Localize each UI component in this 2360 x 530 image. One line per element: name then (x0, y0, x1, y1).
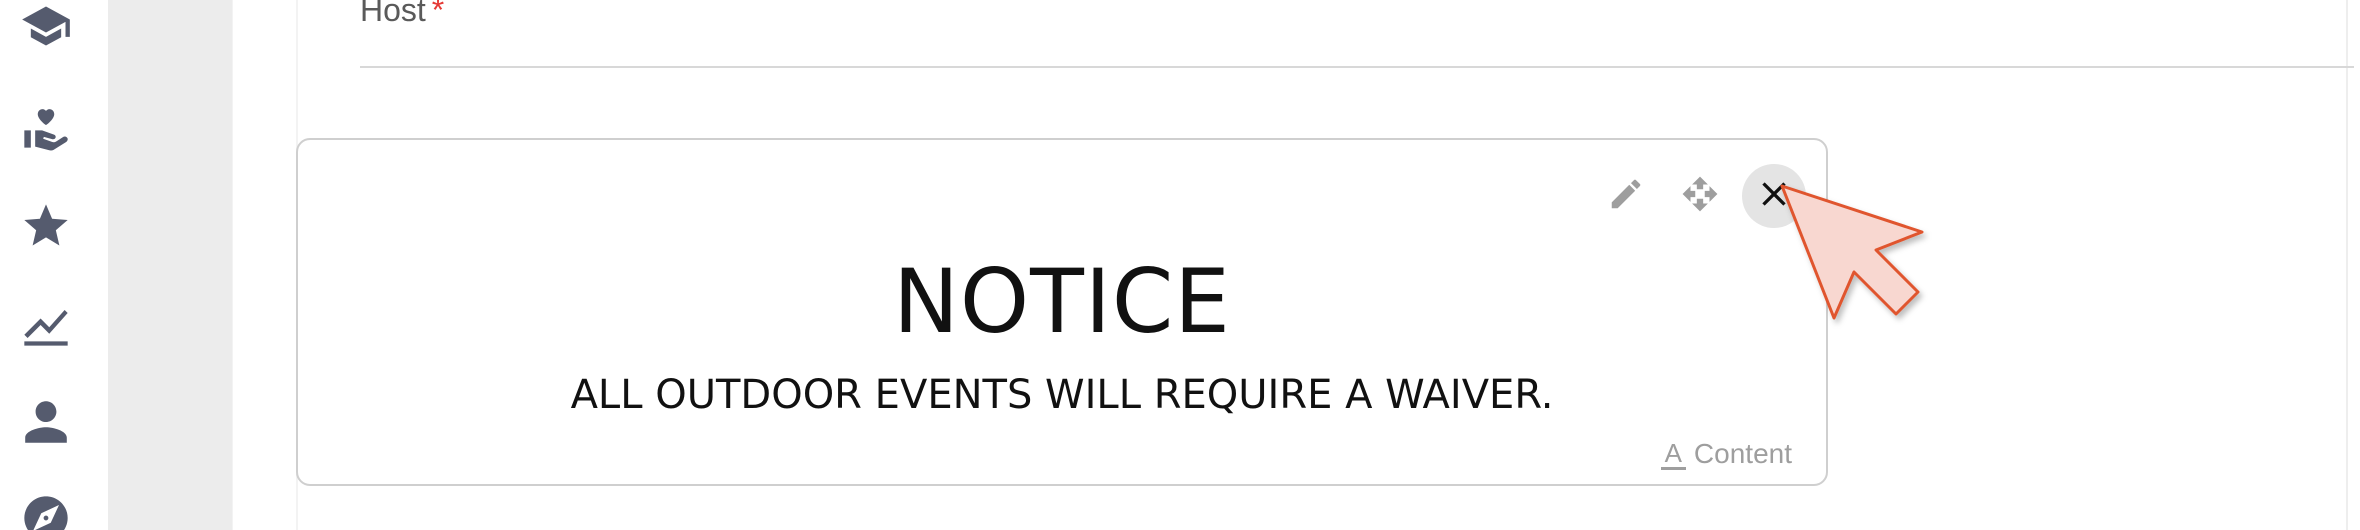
host-field-label: Host * (360, 0, 444, 29)
chart-line-icon[interactable] (16, 294, 76, 354)
person-icon[interactable] (16, 392, 76, 452)
sidebar-gutter (108, 0, 232, 530)
content-tag-label: Content (1693, 438, 1792, 469)
notice-body-text: ALL OUTDOOR EVENTS WILL REQUIRE A WAIVER… (570, 372, 1554, 418)
edit-button[interactable] (1594, 164, 1658, 228)
move-button[interactable] (1668, 164, 1732, 228)
right-divider (2346, 0, 2348, 530)
notice-title: NOTICE (893, 250, 1231, 353)
content-type-tag: A Content (1660, 438, 1792, 470)
required-marker: * (431, 0, 445, 28)
text-format-icon: A (1660, 439, 1686, 470)
host-label-text: Host (360, 0, 426, 28)
mouse-cursor-icon (1772, 178, 1942, 338)
notice-content-block[interactable]: NOTICE ALL OUTDOOR EVENTS WILL REQUIRE A… (296, 138, 1828, 486)
page: Host* NOTICE ALL OUTDOOR EVENTS WILL RE (0, 0, 2360, 530)
move-icon (1681, 175, 1719, 218)
pencil-icon (1607, 175, 1645, 218)
compass-icon[interactable] (16, 488, 76, 530)
content-margin (232, 0, 297, 530)
graduation-cap-icon[interactable] (16, 0, 76, 56)
star-icon[interactable] (16, 196, 76, 256)
sidebar-rail (0, 0, 108, 530)
host-field-input-underline[interactable] (360, 66, 2354, 68)
hand-heart-icon[interactable] (16, 96, 76, 156)
